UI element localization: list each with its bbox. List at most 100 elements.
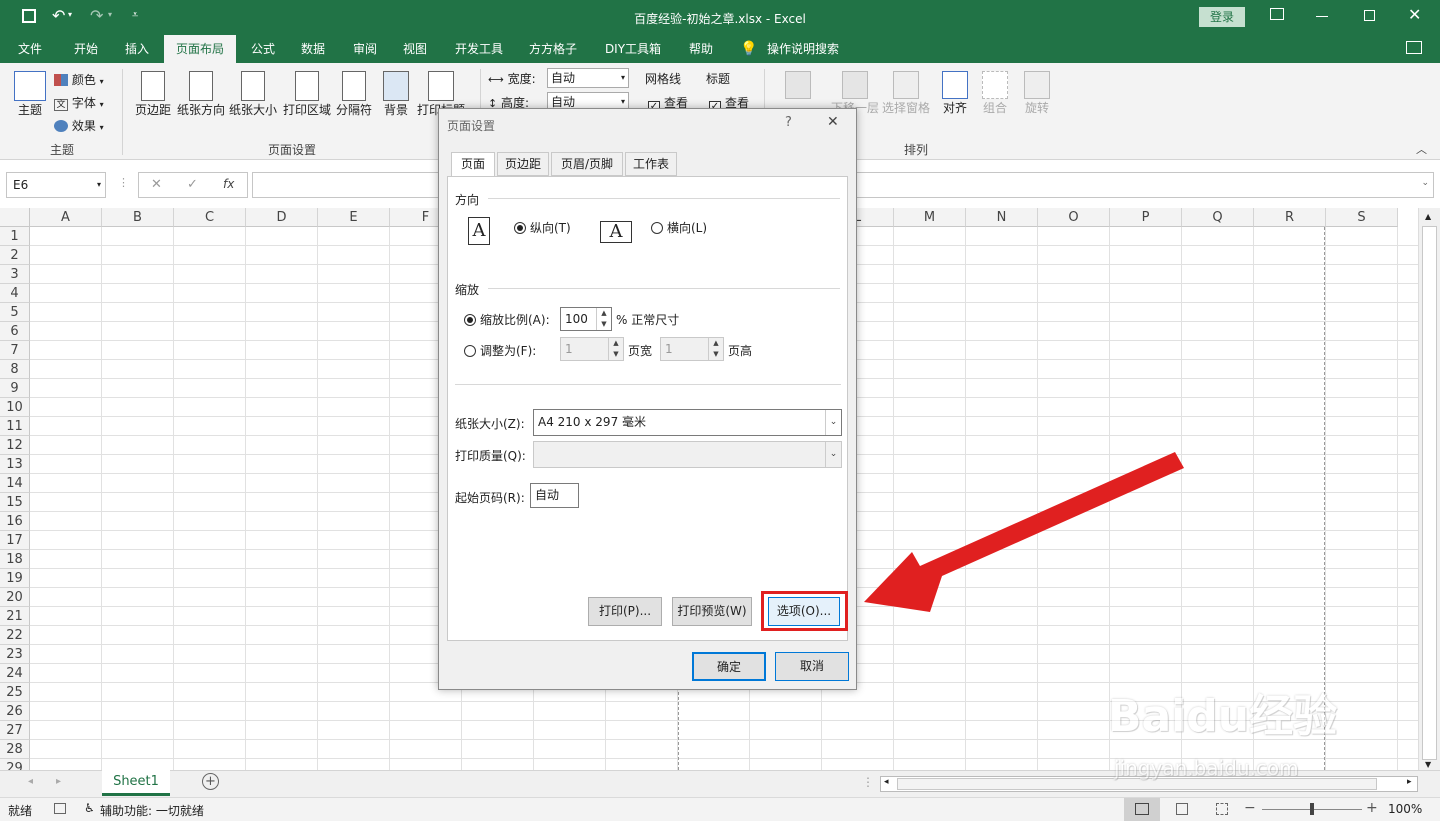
ribbon-display-icon[interactable] [1270, 8, 1284, 20]
customize-toolbar-icon[interactable]: ⩡ [132, 8, 138, 22]
fonts-button[interactable]: 文 字体 ▾ [54, 94, 104, 111]
column-header[interactable]: A [30, 208, 102, 227]
row-header[interactable]: 17 [0, 531, 30, 550]
print-preview-button[interactable]: 打印预览(W) [672, 597, 752, 626]
row-header[interactable]: 21 [0, 607, 30, 626]
spin-up-icon[interactable]: ▲ [708, 338, 723, 349]
row-header[interactable]: 23 [0, 645, 30, 664]
column-header[interactable]: B [102, 208, 174, 227]
minimize-icon[interactable] [1316, 16, 1328, 17]
row-header[interactable]: 8 [0, 360, 30, 379]
paper-size-select[interactable]: A4 210 x 297 毫米 ⌄ [533, 409, 842, 436]
column-header[interactable]: D [246, 208, 318, 227]
redo-icon[interactable]: ↷ [90, 6, 103, 25]
row-header[interactable]: 11 [0, 417, 30, 436]
column-header[interactable]: C [174, 208, 246, 227]
zoom-slider-thumb[interactable] [1310, 803, 1314, 815]
column-header[interactable]: Q [1182, 208, 1254, 227]
fit-to-radio[interactable]: 调整为(F): [464, 342, 536, 359]
comments-icon[interactable] [1406, 41, 1422, 54]
themes-button[interactable]: 主题 [10, 71, 50, 118]
row-header[interactable]: 1 [0, 227, 30, 246]
effects-button[interactable]: 效果 ▾ [54, 117, 104, 134]
row-header[interactable]: 25 [0, 683, 30, 702]
row-header[interactable]: 2 [0, 246, 30, 265]
dialog-tab-page[interactable]: 页面 [451, 152, 495, 177]
selection-pane-button[interactable]: 选择窗格 [880, 71, 932, 116]
chevron-down-icon[interactable]: ⌄ [1421, 178, 1429, 188]
zoom-in-icon[interactable]: + [1366, 800, 1378, 816]
tab-help[interactable]: 帮助 [678, 35, 724, 63]
tab-ffgz[interactable]: 方方格子 [520, 35, 586, 63]
row-header[interactable]: 24 [0, 664, 30, 683]
zoom-out-icon[interactable]: − [1244, 800, 1256, 816]
column-header[interactable]: E [318, 208, 390, 227]
tell-me-search[interactable]: 操作说明搜索 [760, 35, 846, 63]
new-sheet-icon[interactable]: + [202, 773, 219, 790]
align-button[interactable]: 对齐 [938, 71, 972, 116]
select-all-corner[interactable] [0, 208, 30, 227]
scroll-left-icon[interactable]: ◂ [884, 777, 889, 787]
width-select[interactable]: 自动 ▾ [547, 68, 629, 88]
spin-down-icon[interactable]: ▼ [596, 319, 611, 330]
column-header[interactable]: S [1326, 208, 1398, 227]
save-icon[interactable] [22, 9, 36, 23]
row-header[interactable]: 5 [0, 303, 30, 322]
portrait-radio[interactable]: 纵向(T) [514, 219, 571, 236]
next-sheet-icon[interactable]: ▸ [56, 776, 61, 787]
tab-review[interactable]: 审阅 [342, 35, 388, 63]
size-button[interactable]: 纸张大小 [228, 71, 278, 118]
bring-forward-button[interactable] [778, 71, 818, 99]
orientation-button[interactable]: 纸张方向 [176, 71, 226, 118]
macro-record-icon[interactable] [54, 803, 66, 814]
insert-function-icon[interactable]: fx [223, 177, 234, 191]
column-header[interactable]: N [966, 208, 1038, 227]
print-area-button[interactable]: 打印区域 [282, 71, 332, 118]
scroll-up-icon[interactable]: ▲ [1425, 212, 1431, 221]
row-header[interactable]: 18 [0, 550, 30, 569]
help-icon[interactable]: ? [785, 115, 792, 130]
dialog-tab-sheet[interactable]: 工作表 [625, 152, 677, 176]
spin-up-icon[interactable]: ▲ [596, 308, 611, 319]
splitter-icon[interactable]: ⋮ [862, 775, 874, 789]
row-header[interactable]: 6 [0, 322, 30, 341]
fit-tall-spinner[interactable]: 1 ▲ ▼ [660, 337, 724, 361]
row-header[interactable]: 26 [0, 702, 30, 721]
tab-file[interactable]: 文件 [8, 35, 52, 63]
row-header[interactable]: 13 [0, 455, 30, 474]
column-header[interactable]: P [1110, 208, 1182, 227]
page-layout-view-icon[interactable] [1176, 803, 1188, 815]
landscape-radio[interactable]: 横向(L) [651, 219, 707, 236]
tab-developer[interactable]: 开发工具 [446, 35, 512, 63]
undo-icon[interactable]: ↶ [52, 6, 65, 25]
row-header[interactable]: 4 [0, 284, 30, 303]
background-button[interactable]: 背景 [378, 71, 414, 118]
collapse-ribbon-icon[interactable]: ︿ [1416, 141, 1427, 157]
redo-dropdown-icon[interactable]: ▾ [108, 10, 112, 19]
margins-button[interactable]: 页边距 [132, 71, 174, 118]
tab-formulas[interactable]: 公式 [240, 35, 286, 63]
row-header[interactable]: 10 [0, 398, 30, 417]
tab-data[interactable]: 数据 [290, 35, 336, 63]
prev-sheet-icon[interactable]: ◂ [28, 776, 33, 787]
cancel-icon[interactable]: ✕ [151, 177, 162, 192]
scroll-down-icon[interactable]: ▼ [1425, 760, 1431, 769]
row-header[interactable]: 3 [0, 265, 30, 284]
tab-view[interactable]: 视图 [392, 35, 438, 63]
scroll-right-icon[interactable]: ▸ [1407, 777, 1412, 787]
enter-icon[interactable]: ✓ [187, 177, 198, 192]
column-header[interactable]: O [1038, 208, 1110, 227]
zoom-level[interactable]: 100% [1388, 802, 1422, 816]
close-icon[interactable]: ✕ [1408, 5, 1421, 24]
tab-page-layout[interactable]: 页面布局 [164, 35, 236, 63]
page-break-view-icon[interactable] [1216, 803, 1228, 815]
dialog-tab-header-footer[interactable]: 页眉/页脚 [551, 152, 623, 176]
breaks-button[interactable]: 分隔符 [334, 71, 374, 118]
row-header[interactable]: 29 [0, 759, 30, 770]
undo-dropdown-icon[interactable]: ▾ [68, 10, 72, 19]
maximize-icon[interactable] [1364, 10, 1375, 21]
row-header[interactable]: 28 [0, 740, 30, 759]
sheet-tab-sheet1[interactable]: Sheet1 [102, 770, 170, 796]
login-button[interactable]: 登录 [1199, 7, 1245, 27]
row-header[interactable]: 7 [0, 341, 30, 360]
